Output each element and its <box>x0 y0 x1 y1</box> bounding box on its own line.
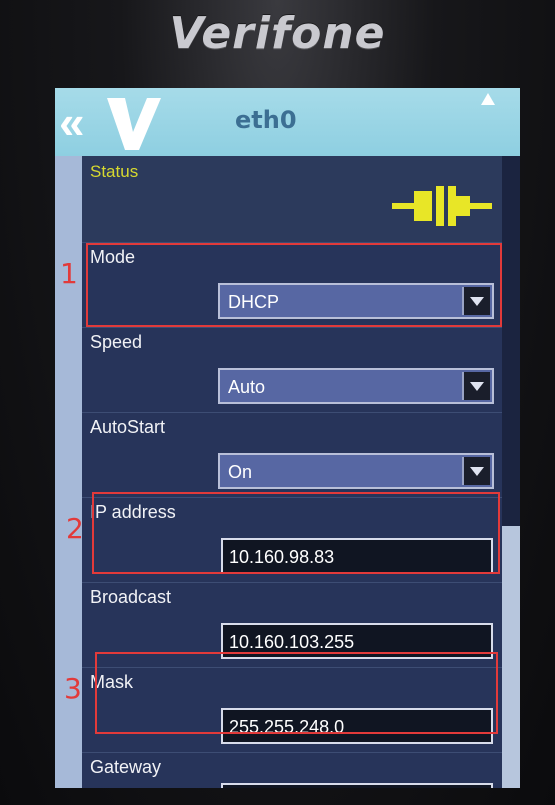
speed-row: Speed Auto <box>82 328 502 413</box>
gateway-field[interactable] <box>221 783 493 788</box>
verifone-v-logo <box>107 98 161 150</box>
annotation-box-mode <box>86 243 502 327</box>
scroll-up-icon[interactable] <box>480 92 496 106</box>
title-bar: « eth0 <box>55 88 520 156</box>
ethernet-plug-icon <box>392 186 492 226</box>
autostart-label: AutoStart <box>90 417 166 437</box>
page-title: eth0 <box>235 106 297 134</box>
scrollbar-thumb[interactable] <box>502 156 520 526</box>
gateway-row: Gateway <box>82 753 502 788</box>
broadcast-label: Broadcast <box>90 587 172 607</box>
status-row: Status <box>82 156 502 243</box>
status-label: Status <box>90 162 139 181</box>
annotation-number-2: 2 <box>66 512 84 545</box>
annotation-number-3: 3 <box>64 672 82 705</box>
broadcast-value: 10.160.103.255 <box>229 632 355 652</box>
chevron-down-icon[interactable] <box>462 372 490 400</box>
scrollbar[interactable] <box>502 156 520 788</box>
annotation-box-mask <box>95 652 498 734</box>
autostart-select-value: On <box>228 462 253 482</box>
speed-select-value: Auto <box>228 377 266 397</box>
back-button[interactable]: « <box>59 96 97 148</box>
speed-select[interactable]: Auto <box>218 368 494 404</box>
annotation-box-ip-address <box>92 492 500 574</box>
annotation-number-1: 1 <box>60 257 78 290</box>
gateway-label: Gateway <box>90 757 162 777</box>
autostart-row: AutoStart On <box>82 413 502 498</box>
chevron-down-icon[interactable] <box>462 457 490 485</box>
autostart-select[interactable]: On <box>218 453 494 489</box>
brand-logo: Verifone <box>169 8 386 59</box>
speed-label: Speed <box>90 332 143 352</box>
